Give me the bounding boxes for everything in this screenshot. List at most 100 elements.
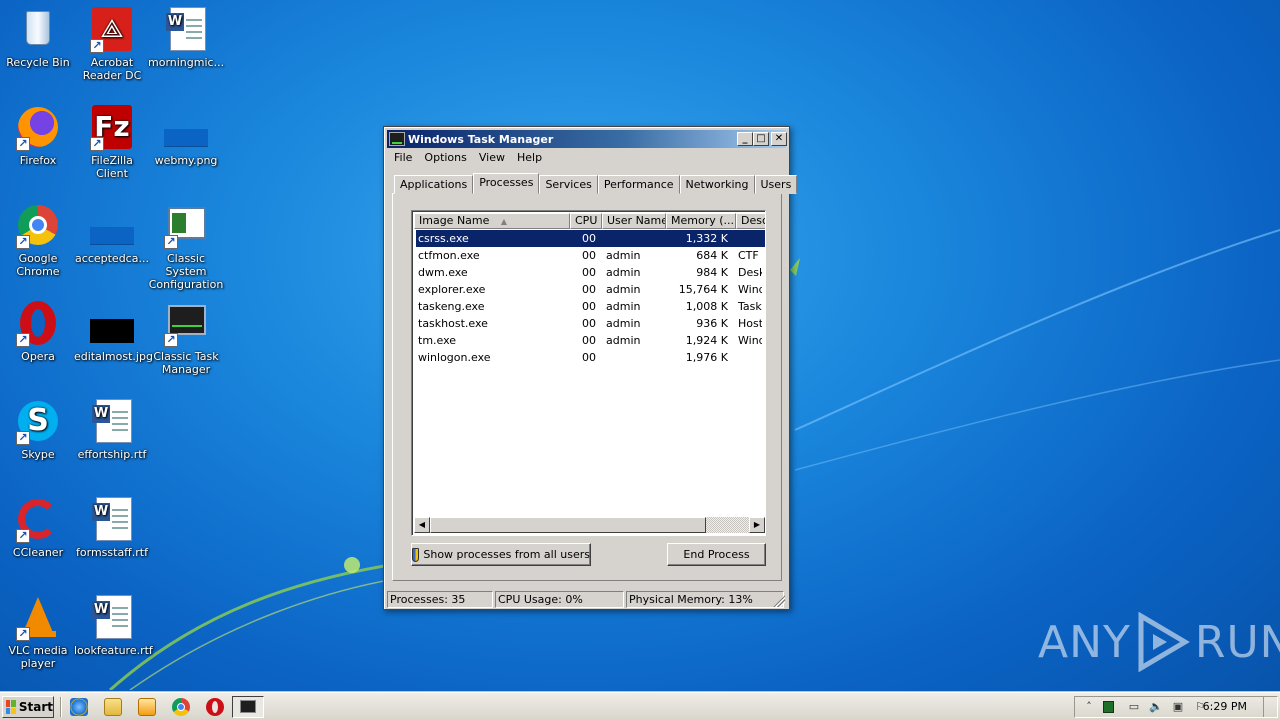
tab-networking[interactable]: Networking (679, 175, 755, 194)
image-file-icon (88, 299, 136, 347)
process-cpu: 00 (582, 232, 596, 245)
desktop-icon[interactable]: ↗ Classic Task Manager (148, 299, 224, 376)
minimize-button[interactable]: _ (737, 132, 753, 146)
windows-logo-icon (6, 700, 16, 714)
process-user: admin (606, 300, 641, 313)
menu-help[interactable]: Help (511, 150, 548, 166)
column-memory[interactable]: Memory (... (666, 213, 736, 229)
desktop-icon[interactable]: ↗ Classic System Configuration (148, 201, 224, 291)
word-doc-icon: W (88, 495, 136, 543)
desktop-icon[interactable]: editalmost.jpg (74, 299, 153, 363)
desktop-icon[interactable]: webmy.png (148, 103, 224, 167)
desktop-icon-label: editalmost.jpg (74, 350, 153, 363)
desktop-icon[interactable]: ↗ CCleaner (0, 495, 76, 559)
task-manager-icon (389, 132, 405, 146)
folder-icon[interactable] (104, 698, 122, 716)
column-image-name[interactable]: Image Name ▲ (414, 213, 570, 229)
desktop-icon[interactable]: Wlookfeature.rtf (74, 593, 153, 657)
process-cpu: 00 (582, 283, 596, 296)
show-desktop-button[interactable] (1263, 697, 1277, 717)
word-doc-icon: W (88, 397, 136, 445)
process-memory: 1,924 K (685, 334, 728, 347)
acrobat-icon: ⟁ ↗ (88, 5, 136, 53)
process-description: Task (738, 300, 762, 313)
scroll-thumb[interactable] (430, 517, 706, 533)
process-row[interactable]: taskhost.exe 00 admin 936 K Host (416, 315, 765, 332)
scroll-right-button[interactable]: ▶ (749, 517, 765, 533)
desktop-icon[interactable]: ↗ Opera (0, 299, 76, 363)
menu-view[interactable]: View (473, 150, 511, 166)
show-all-processes-button[interactable]: Show processes from all users (411, 543, 591, 566)
desktop-icon[interactable]: Fz ↗ FileZilla Client (74, 103, 150, 180)
task-manager-tray-icon[interactable] (1103, 701, 1114, 713)
chrome-icon[interactable] (172, 698, 190, 716)
column-cpu[interactable]: CPU (570, 213, 602, 229)
process-row[interactable]: winlogon.exe 00 1,976 K (416, 349, 765, 366)
menu-file[interactable]: File (388, 150, 418, 166)
keyboard-icon[interactable]: ▭ (1126, 700, 1142, 714)
process-description: Wind (738, 334, 762, 347)
volume-icon[interactable]: 🔈 (1148, 700, 1164, 714)
image-file-icon (88, 201, 136, 249)
desktop-icon[interactable]: Wmorningmic... (148, 5, 224, 69)
desktop-icon[interactable]: ↗ Firefox (0, 103, 76, 167)
start-button[interactable]: Start (2, 696, 54, 718)
process-row[interactable]: taskeng.exe 00 admin 1,008 K Task (416, 298, 765, 315)
close-button[interactable]: ✕ (771, 132, 787, 146)
tab-services[interactable]: Services (539, 175, 598, 194)
process-row[interactable]: tm.exe 00 admin 1,924 K Wind (416, 332, 765, 349)
process-name: taskhost.exe (418, 317, 488, 330)
maximize-button[interactable]: □ (753, 132, 769, 146)
start-label: Start (18, 700, 53, 714)
scroll-left-button[interactable]: ◀ (414, 517, 430, 533)
network-icon[interactable]: ▣ (1170, 700, 1186, 714)
task-manager-icon: ↗ (162, 299, 210, 347)
process-user (600, 230, 664, 247)
desktop-icon[interactable]: Weffortship.rtf (74, 397, 150, 461)
desktop-icon[interactable]: Recycle Bin (0, 5, 76, 69)
desktop-icon-label: acceptedca... (75, 252, 149, 265)
desktop-icon[interactable]: ↗ VLC media player (0, 593, 76, 670)
desktop-icon-label: VLC media player (8, 644, 68, 670)
process-memory: 1,008 K (685, 300, 728, 313)
desktop-icon[interactable]: ⟁ ↗ Acrobat Reader DC (74, 5, 150, 82)
process-name: winlogon.exe (418, 351, 491, 364)
process-row[interactable]: csrss.exe 00 1,332 K (416, 230, 765, 247)
process-cpu: 00 (582, 351, 596, 364)
tab-applications[interactable]: Applications (394, 175, 474, 194)
tab-performance[interactable]: Performance (597, 175, 680, 194)
process-description (732, 230, 762, 247)
system-tray: ˄ ▭ 🔈 ▣ ⚐ 6:29 PM (1074, 696, 1278, 718)
process-memory: 936 K (696, 317, 728, 330)
column-user-name[interactable]: User Name (602, 213, 666, 229)
opera-icon[interactable] (206, 698, 224, 716)
media-player-icon[interactable] (138, 698, 156, 716)
ie-icon[interactable] (70, 698, 88, 716)
process-memory: 1,332 K (685, 232, 728, 245)
tab-users[interactable]: Users (754, 175, 798, 194)
desktop-icon-label: morningmic... (148, 56, 225, 69)
clock[interactable]: 6:29 PM (1203, 697, 1247, 717)
resize-grip[interactable] (773, 595, 785, 607)
horizontal-scrollbar[interactable]: ◀ ▶ (414, 517, 765, 533)
menu-options[interactable]: Options (418, 150, 472, 166)
status-cpu-usage: CPU Usage: 0% (495, 591, 624, 608)
process-row[interactable]: dwm.exe 00 admin 984 K Desk (416, 264, 765, 281)
taskbar-task-manager-button[interactable] (232, 696, 264, 718)
desktop-icon-label: Skype (21, 448, 55, 461)
menu-bar: File Options View Help (388, 150, 548, 166)
desktop-icon[interactable]: acceptedca... (74, 201, 150, 265)
chrome-icon: ↗ (14, 201, 62, 249)
tab-processes[interactable]: Processes (473, 173, 540, 194)
desktop-icon[interactable]: ↗ Google Chrome (0, 201, 76, 278)
column-description[interactable]: Desc (736, 213, 765, 229)
title-bar[interactable]: Windows Task Manager _ □ ✕ (387, 130, 787, 148)
show-hidden-icons-icon[interactable]: ˄ (1081, 700, 1097, 714)
desktop-icon[interactable]: S ↗ Skype (0, 397, 76, 461)
end-process-button[interactable]: End Process (667, 543, 766, 566)
task-manager-window: Windows Task Manager _ □ ✕ File Options … (383, 126, 798, 610)
process-row[interactable]: ctfmon.exe 00 admin 684 K CTF I (416, 247, 765, 264)
process-row[interactable]: explorer.exe 00 admin 15,764 K Wind (416, 281, 765, 298)
desktop-icon[interactable]: Wformsstaff.rtf (74, 495, 150, 559)
process-list[interactable]: Image Name ▲ CPU User Name Memory (... D… (411, 210, 766, 536)
